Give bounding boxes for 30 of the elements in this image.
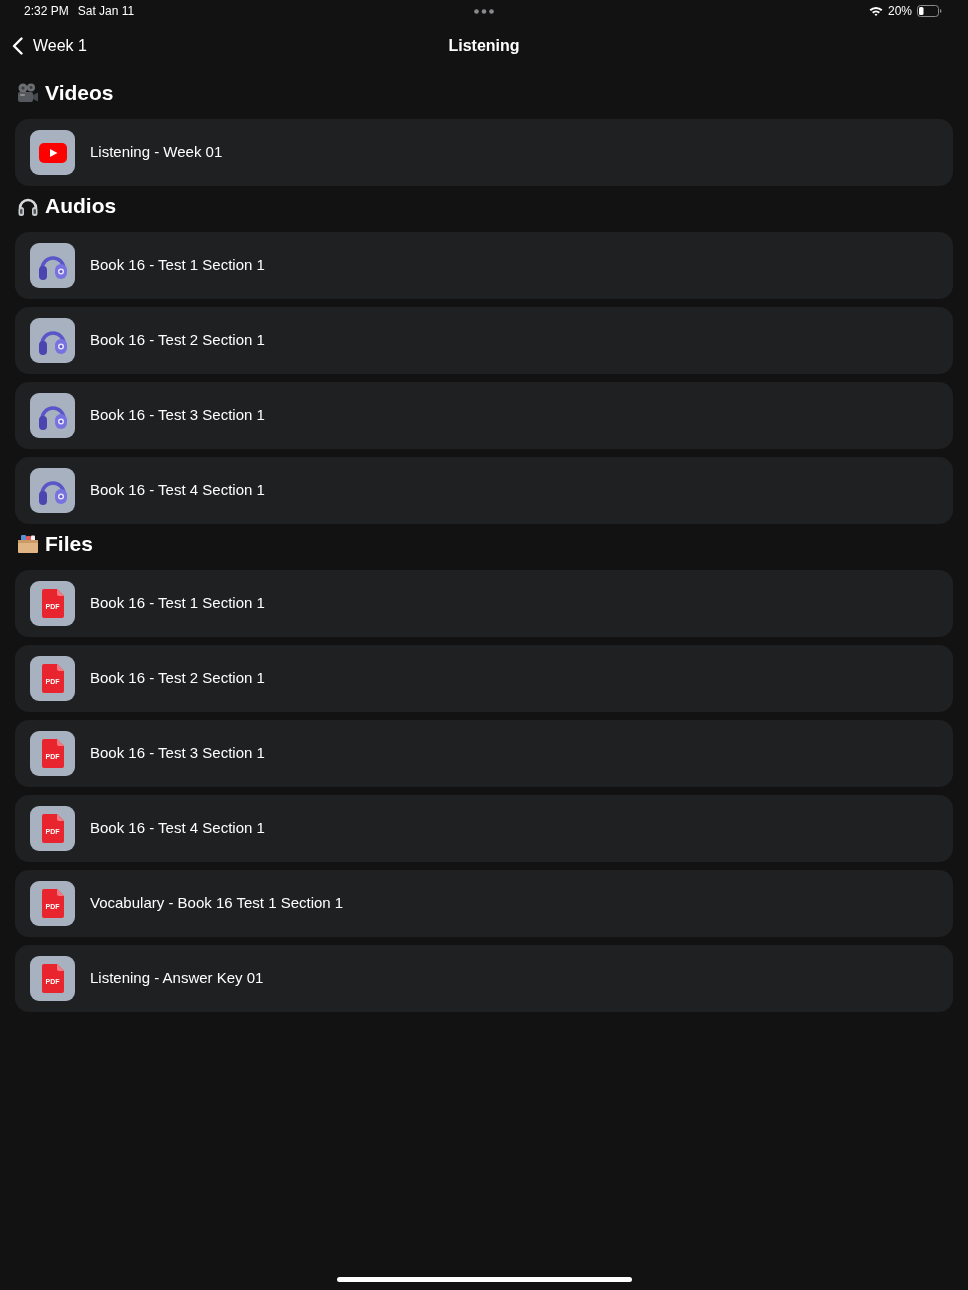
headphones-icon: [30, 468, 75, 513]
movie-camera-icon: [17, 82, 39, 104]
section-heading: Files: [45, 531, 93, 558]
more-dots-icon: [474, 9, 494, 14]
section-heading: Videos: [45, 80, 114, 107]
audio-row[interactable]: Book 16 - Test 2 Section 1: [15, 307, 953, 374]
video-play-icon: [30, 130, 75, 175]
audio-row[interactable]: Book 16 - Test 4 Section 1: [15, 457, 953, 524]
document-icon: [41, 889, 64, 918]
back-button[interactable]: Week 1: [12, 34, 87, 58]
battery-percent: 20%: [887, 3, 912, 20]
video-row[interactable]: Listening - Week 01: [15, 119, 953, 186]
headphones-icon: [30, 243, 75, 288]
chevron-left-icon: [12, 37, 23, 55]
file-box-icon: [17, 534, 39, 554]
section-heading: Audios: [45, 193, 117, 220]
headphones-icon: [30, 318, 75, 363]
document-icon: [41, 814, 64, 843]
status-time: 2:32 PM: [24, 3, 69, 20]
audio-row[interactable]: Book 16 - Test 3 Section 1: [15, 382, 953, 449]
audio-row[interactable]: Book 16 - Test 1 Section 1: [15, 232, 953, 299]
battery-icon: [917, 5, 942, 17]
document-icon: [41, 739, 64, 768]
document-icon: [41, 589, 64, 618]
screen-title: Listening: [448, 36, 520, 56]
wifi-icon: [868, 6, 883, 16]
document-icon: [41, 664, 64, 693]
headphones-icon: [30, 393, 75, 438]
status-date: Sat Jan 11: [77, 3, 135, 20]
document-icon: [41, 964, 64, 993]
